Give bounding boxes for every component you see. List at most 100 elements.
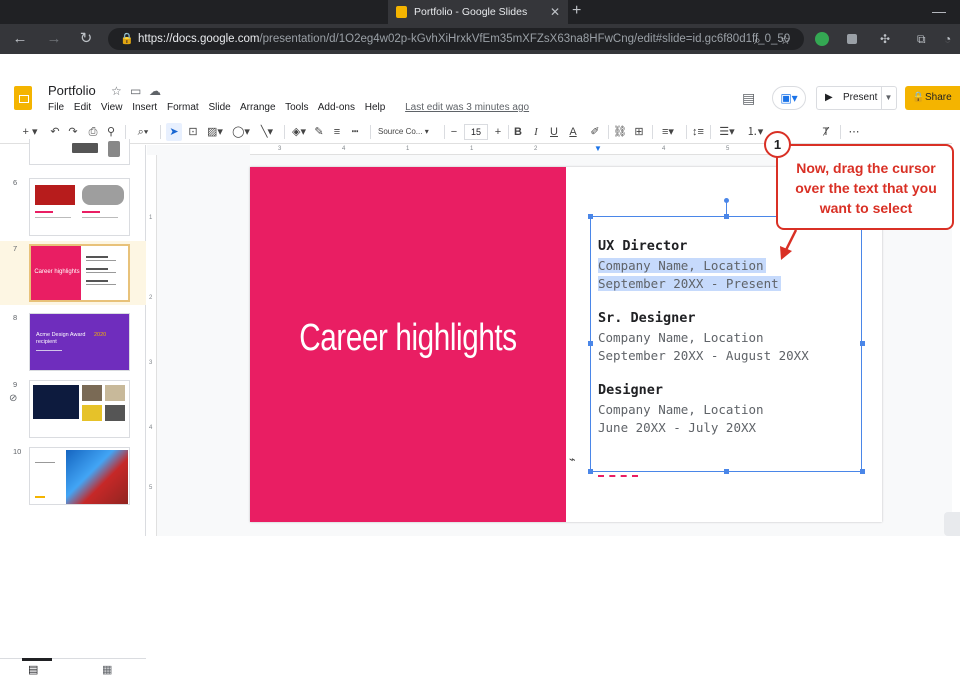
menu-arrange[interactable]: Arrange [240, 102, 276, 113]
annotation-text: Now, drag the cursor over the text that … [795, 160, 937, 216]
slide-filmstrip: 6 7 Career highlights 8 Acme Design Awar… [0, 139, 146, 676]
border-weight-icon[interactable]: ≡ [330, 123, 344, 141]
font-size-input[interactable]: 15 [464, 124, 488, 140]
star-icon[interactable]: ☆ [111, 84, 122, 98]
job-role[interactable]: Sr. Designer [598, 310, 696, 326]
menu-help[interactable]: Help [365, 102, 386, 113]
grid-view-icon[interactable]: ▦ [102, 663, 112, 676]
menu-addons[interactable]: Add-ons [318, 102, 355, 113]
extensions-puzzle-icon[interactable]: ✣ [880, 32, 890, 46]
fill-color-icon[interactable]: ◈▾ [288, 123, 310, 141]
line-icon[interactable]: ╲▾ [256, 123, 278, 141]
text-color-icon[interactable]: A [566, 123, 580, 141]
resize-handle[interactable] [860, 341, 865, 346]
forward-icon[interactable]: → [44, 29, 64, 49]
resize-handle[interactable] [588, 469, 593, 474]
favorite-icon[interactable]: ☆ [780, 33, 791, 47]
present-label: Present [843, 92, 878, 103]
job-company[interactable]: Company Name, Location [598, 402, 764, 417]
zoom-icon[interactable]: ⌕▾ [130, 123, 156, 141]
resize-handle[interactable] [588, 214, 593, 219]
slide-thumbnail-10[interactable] [29, 447, 130, 505]
underline-icon[interactable]: U [548, 123, 560, 141]
decrease-font-icon[interactable]: − [448, 123, 460, 141]
minimize-icon[interactable]: — [932, 0, 946, 22]
more-options-icon[interactable]: ⋯ [846, 123, 862, 141]
thumb-year: 2020 [94, 332, 107, 338]
resize-handle[interactable] [588, 341, 593, 346]
browser-tab-bar: Portfolio - Google Slides ✕ + — [0, 0, 960, 24]
slide-thumbnail-8[interactable]: Acme Design Award recipient 2020 [29, 313, 130, 371]
menu-tools[interactable]: Tools [285, 102, 308, 113]
slide-thumbnail-5[interactable] [29, 139, 130, 165]
profile-icon[interactable]: ◔ [944, 32, 951, 46]
job-role[interactable]: Designer [598, 382, 663, 398]
address-bar[interactable]: 🔒 https://docs.google.com/presentation/d/… [108, 28, 804, 50]
resize-handle[interactable] [860, 469, 865, 474]
resize-handle[interactable] [724, 214, 729, 219]
resize-handle[interactable] [724, 469, 729, 474]
move-folder-icon[interactable]: ▭ [130, 84, 141, 98]
comment-icon[interactable]: ⊞ [632, 123, 646, 141]
job-role[interactable]: UX Director [598, 238, 687, 254]
tab-actions-icon[interactable]: ⧉ [917, 32, 926, 46]
image-icon[interactable]: ▨▾ [204, 123, 226, 141]
border-dash-icon[interactable]: ┅ [348, 123, 362, 141]
lock-icon: 🔒 [912, 92, 925, 103]
url-host: https://docs.google.com [138, 33, 260, 45]
slide-thumbnail-6[interactable] [29, 178, 130, 236]
slide-thumbnail-9[interactable] [29, 380, 130, 438]
bold-icon[interactable]: B [512, 123, 524, 141]
lock-icon: 🔒 [120, 33, 134, 45]
collections-icon[interactable] [847, 34, 857, 44]
font-family-select[interactable]: Source Co... ▾ [378, 124, 442, 140]
font-family-value: Source Co... [378, 127, 423, 136]
bulleted-list-icon[interactable]: ☰▾ [714, 123, 740, 141]
italic-icon[interactable]: I [530, 123, 542, 141]
job-dates-selected[interactable]: September 20XX - Present [598, 276, 781, 291]
close-tab-icon[interactable]: ✕ [550, 0, 560, 24]
shape-icon[interactable]: ◯▾ [230, 123, 252, 141]
slide-title[interactable]: Career highlights [285, 317, 531, 360]
zoom-icon[interactable]: ⌕ [754, 33, 761, 47]
share-button[interactable]: 🔒 Share [905, 86, 960, 110]
present-dropdown-icon[interactable]: ▼ [881, 86, 897, 110]
increase-font-icon[interactable]: + [492, 123, 504, 141]
menu-format[interactable]: Format [167, 102, 199, 113]
menu-file[interactable]: File [48, 102, 64, 113]
side-panel-toggle[interactable] [944, 512, 960, 536]
clear-formatting-icon[interactable]: Ⱦ [816, 123, 836, 141]
present-button[interactable]: ▶ Present [816, 86, 882, 110]
new-tab-icon[interactable]: + [572, 0, 581, 22]
highlight-icon[interactable]: ✐ [588, 123, 602, 141]
back-icon[interactable]: ← [10, 29, 30, 49]
url-path: /presentation/d/1O2eg4w02p-kGvhXiHrxkVfE… [259, 33, 791, 45]
align-icon[interactable]: ≡▾ [656, 123, 680, 141]
link-icon[interactable]: ⛓ [612, 123, 628, 141]
reload-icon[interactable]: ↻ [76, 29, 96, 49]
select-cursor-icon[interactable]: ➤ [166, 123, 182, 141]
present-icon: ▶ [825, 92, 833, 103]
last-edit-link[interactable]: Last edit was 3 minutes ago [405, 102, 529, 113]
filmstrip-view-icon[interactable]: ▤ [21, 658, 53, 676]
menu-slide[interactable]: Slide [208, 102, 230, 113]
menu-view[interactable]: View [101, 102, 123, 113]
comment-history-icon[interactable]: ▤ [742, 90, 755, 107]
job-dates[interactable]: September 20XX - August 20XX [598, 348, 809, 363]
border-color-icon[interactable]: ✎ [312, 123, 326, 141]
meet-camera-icon[interactable]: ▣▾ [772, 86, 806, 110]
text-box-icon[interactable]: ⊡ [186, 123, 200, 141]
menu-insert[interactable]: Insert [132, 102, 157, 113]
speaker-notes-link-icon[interactable]: ⊘ [9, 393, 17, 404]
menu-edit[interactable]: Edit [74, 102, 91, 113]
browser-tab[interactable]: Portfolio - Google Slides ✕ [388, 0, 568, 24]
document-title[interactable]: Portfolio [48, 83, 96, 98]
line-spacing-icon[interactable]: ↕≡ [690, 123, 706, 141]
indent-marker-icon[interactable]: ▼ [594, 144, 602, 153]
extension-icon[interactable] [815, 32, 829, 46]
slides-logo-icon[interactable] [14, 86, 32, 110]
slide-thumbnail-7[interactable]: Career highlights [29, 244, 130, 302]
job-company-selected[interactable]: Company Name, Location [598, 258, 766, 273]
job-dates[interactable]: June 20XX - July 20XX [598, 420, 756, 435]
job-company[interactable]: Company Name, Location [598, 330, 764, 345]
